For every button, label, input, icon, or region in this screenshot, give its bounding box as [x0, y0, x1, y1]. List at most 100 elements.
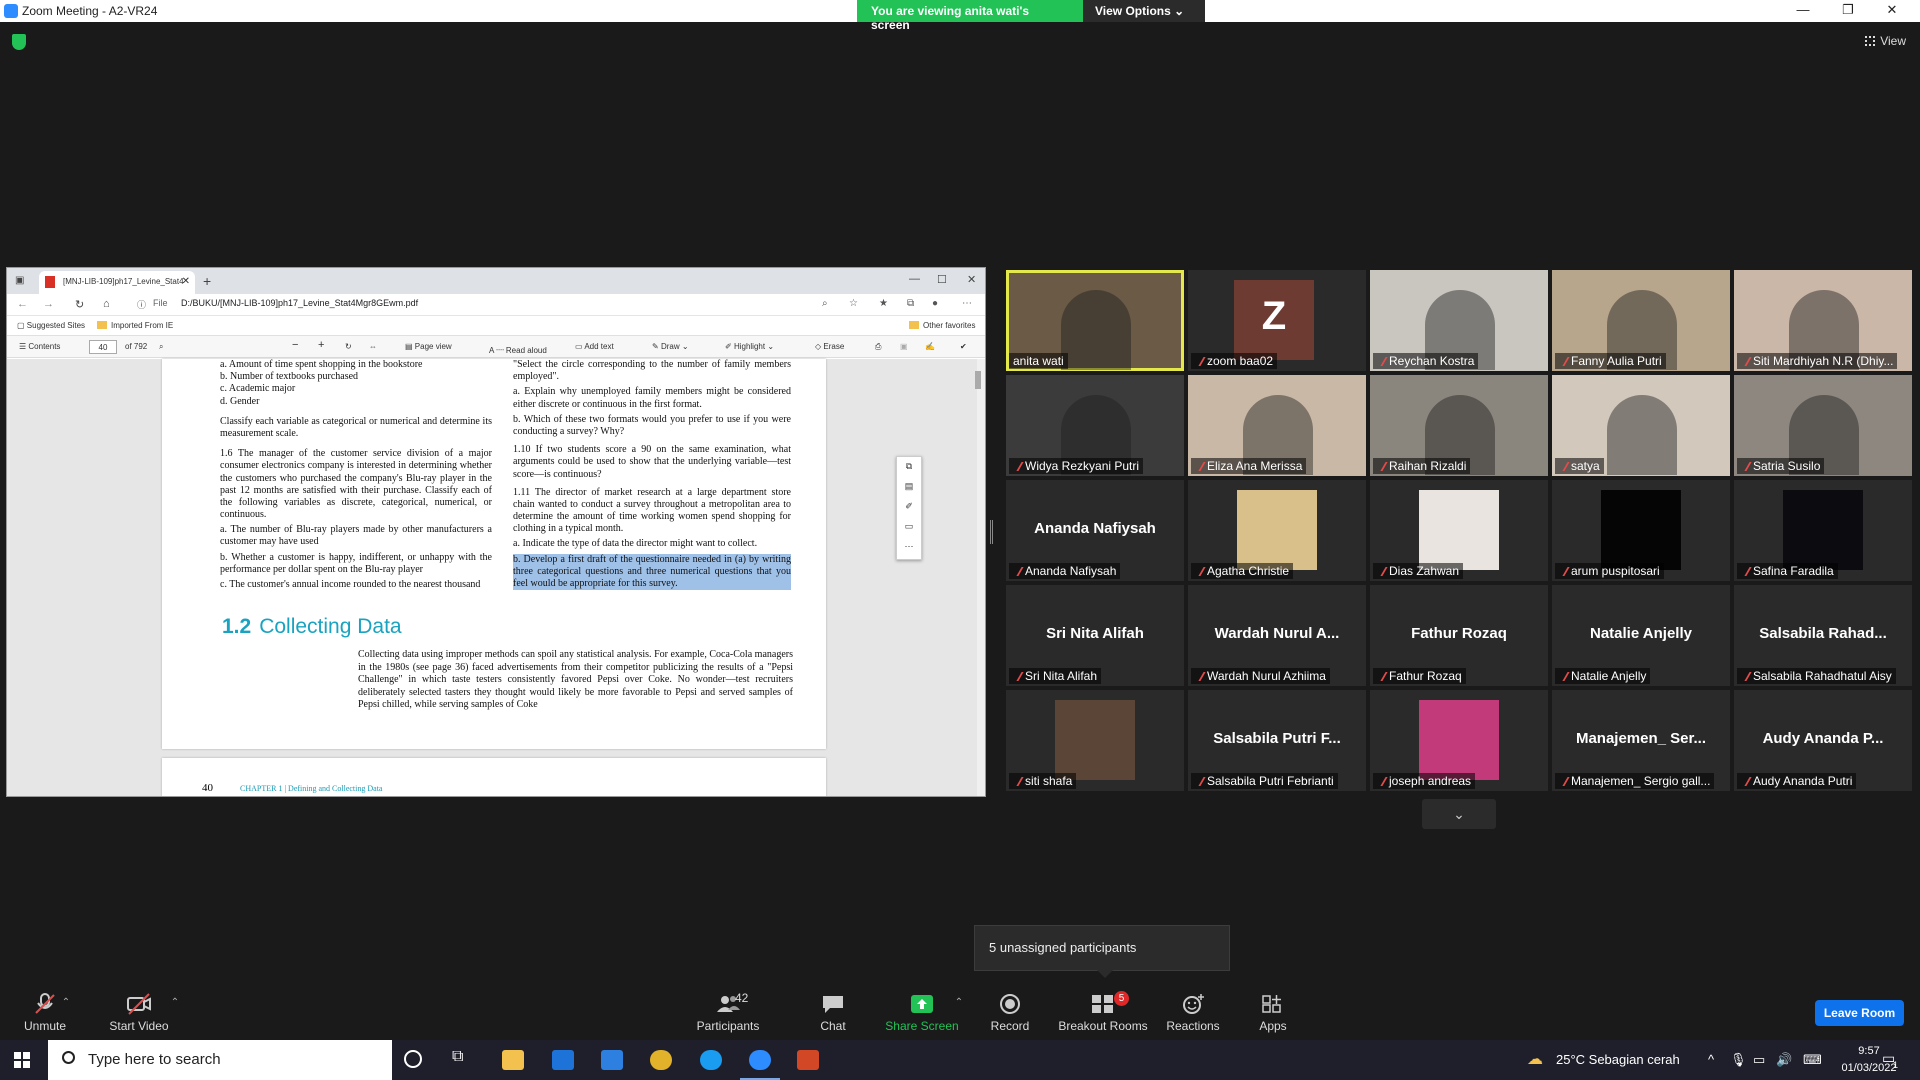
refresh-icon[interactable]: ↻ — [75, 298, 84, 311]
zoom-out-icon[interactable]: − — [292, 339, 298, 351]
more-icon[interactable]: ⋯ — [962, 298, 972, 309]
more-icon[interactable]: ⋯ — [897, 537, 921, 557]
participant-tile[interactable]: Zzoom baa02 — [1188, 270, 1366, 371]
windows-start-icon[interactable] — [14, 1052, 30, 1068]
video-options-caret[interactable]: ⌃ — [165, 997, 185, 1008]
participant-tile[interactable]: Agatha Christie — [1188, 480, 1366, 581]
favorite-imported-from-ie[interactable]: Imported From IE — [97, 321, 173, 330]
unmute-button[interactable]: Unmute — [0, 993, 90, 1033]
participant-tile[interactable]: Natalie Anjelly Natalie Anjelly — [1552, 585, 1730, 686]
participant-tile[interactable]: Reychan Kostra — [1370, 270, 1548, 371]
home-icon[interactable]: ⌂ — [103, 298, 110, 310]
collections-icon[interactable]: ⧉ — [907, 298, 914, 309]
participant-tile[interactable]: Siti Mardhiyah N.R (Dhiy... — [1734, 270, 1912, 371]
network-icon[interactable]: ▭ — [1753, 1052, 1765, 1068]
profile-icon[interactable]: ● — [932, 298, 938, 309]
participant-tile[interactable]: Widya Rezkyani Putri — [1006, 375, 1184, 476]
participant-tile[interactable]: siti shafa — [1006, 690, 1184, 791]
gallery-view-button[interactable]: View — [1865, 34, 1906, 48]
save-icon[interactable]: ▣ — [900, 342, 908, 351]
file-explorer-icon[interactable] — [502, 1050, 524, 1070]
participant-tile[interactable]: Fanny Aulia Putri — [1552, 270, 1730, 371]
participants-button[interactable]: 42 Participants — [683, 991, 773, 1033]
fit-page-icon[interactable]: ⇔ — [369, 342, 377, 351]
participant-tile[interactable]: Raihan Rizaldi — [1370, 375, 1548, 476]
maximize-button[interactable]: ❐ — [1828, 2, 1868, 20]
new-tab-icon[interactable]: + — [203, 273, 211, 289]
participant-tile[interactable]: Salsabila Putri F... Salsabila Putri Febr… — [1188, 690, 1366, 791]
close-window-button[interactable]: ✕ — [1872, 2, 1912, 20]
favorite-suggested-sites[interactable]: ▢ Suggested Sites — [17, 321, 85, 330]
highlighted-text[interactable]: b. Develop a first draft of the question… — [513, 553, 791, 591]
erase-button[interactable]: ◇ Erase — [815, 342, 844, 351]
chrome-icon[interactable] — [650, 1050, 672, 1070]
participant-tile[interactable]: anita wati — [1006, 270, 1184, 371]
task-view-icon[interactable]: ⧉ — [452, 1048, 474, 1068]
add-favorite-icon[interactable]: ☆ — [849, 298, 858, 309]
chevron-down-icon[interactable]: ⌄ — [1422, 799, 1496, 829]
highlight-button[interactable]: ✐ Highlight ⌄ — [725, 342, 774, 351]
volume-icon[interactable]: 🔊 — [1776, 1052, 1792, 1068]
view-options-button[interactable]: View Options ⌄ — [1083, 0, 1205, 22]
reactions-button[interactable]: Reactions — [1148, 993, 1238, 1033]
browser-tab-pdf[interactable]: [MNJ-LIB-109]ph17_Levine_Stat4 ✕ — [39, 271, 195, 294]
comment-icon[interactable]: ▭ — [897, 517, 921, 537]
mail-icon[interactable] — [601, 1050, 623, 1070]
draw-button[interactable]: ✎ Draw ⌄ — [652, 342, 689, 351]
unassigned-participants-toast[interactable]: 5 unassigned participants — [974, 925, 1230, 971]
participant-tile[interactable]: Eliza Ana Merissa — [1188, 375, 1366, 476]
powerpoint-icon[interactable] — [797, 1050, 819, 1070]
favorites-icon[interactable]: ★ — [879, 298, 888, 309]
highlight-icon[interactable]: ✐ — [897, 497, 921, 517]
pin-toolbar-icon[interactable]: ✔ — [960, 342, 967, 351]
chat-button[interactable]: Chat — [788, 993, 878, 1033]
pdf-scrollbar[interactable] — [975, 359, 985, 796]
read-aloud-button[interactable]: A᠁ Read aloud — [489, 342, 547, 356]
page-number-input[interactable]: 40 — [89, 340, 117, 354]
browser-maximize-icon[interactable]: ☐ — [937, 273, 947, 286]
contents-button[interactable]: ☰ Contents — [19, 342, 60, 351]
microphone-tray-icon[interactable]: 🎙 — [1730, 1052, 1747, 1068]
other-favorites[interactable]: Other favorites — [909, 321, 975, 330]
weather-text[interactable]: 25°C Sebagian cerah — [1556, 1052, 1680, 1067]
audio-options-caret[interactable]: ⌃ — [56, 997, 76, 1008]
page-view-button[interactable]: ▤ Page view — [405, 342, 452, 351]
rotate-icon[interactable]: ↻ — [345, 342, 352, 351]
participant-tile[interactable]: Salsabila Rahad... Salsabila Rahadhatul A… — [1734, 585, 1912, 686]
browser-minimize-icon[interactable]: — — [909, 273, 920, 285]
zoom-taskbar-icon[interactable] — [749, 1050, 771, 1070]
participant-tile[interactable]: Audy Ananda P... Audy Ananda Putri — [1734, 690, 1912, 791]
participant-tile[interactable]: Ananda Nafiysah Ananda Nafiysah — [1006, 480, 1184, 581]
participant-tile[interactable]: Safina Faradila — [1734, 480, 1912, 581]
forward-icon[interactable]: → — [43, 298, 54, 310]
participant-tile[interactable]: Fathur Rozaq Fathur Rozaq — [1370, 585, 1548, 686]
copy-icon[interactable]: ⧉ — [897, 457, 921, 477]
define-icon[interactable]: ▤ — [897, 477, 921, 497]
participant-tile[interactable]: arum puspitosari — [1552, 480, 1730, 581]
participant-tile[interactable]: Wardah Nurul A... Wardah Nurul Azhiima — [1188, 585, 1366, 686]
language-icon[interactable]: ⌨ — [1803, 1052, 1822, 1068]
participant-tile[interactable]: Manajemen_ Ser... Manajemen_ Sergio gall.… — [1552, 690, 1730, 791]
print-icon[interactable]: ⎙ — [875, 342, 881, 352]
scrollbar-thumb[interactable] — [975, 371, 981, 389]
browser-close-icon[interactable]: ✕ — [967, 273, 976, 286]
find-icon[interactable]: ⌕ — [159, 342, 163, 352]
breakout-rooms-button[interactable]: 5 Breakout Rooms — [1058, 991, 1148, 1033]
tray-overflow-icon[interactable]: ^ — [1708, 1052, 1714, 1067]
security-shield-icon[interactable] — [12, 34, 26, 50]
zoom-in-icon[interactable]: + — [318, 339, 324, 351]
record-button[interactable]: Record — [965, 993, 1055, 1033]
back-icon[interactable]: ← — [17, 298, 28, 310]
participant-tile[interactable]: Dias Zahwan — [1370, 480, 1548, 581]
add-text-button[interactable]: ▭ Add text — [575, 342, 614, 351]
cortana-icon[interactable] — [404, 1050, 422, 1068]
microsoft-store-icon[interactable] — [552, 1050, 574, 1070]
taskbar-search-box[interactable]: Type here to search — [48, 1040, 392, 1080]
pdf-viewer[interactable]: a. Amount of time spent shopping in the … — [7, 359, 985, 796]
url-field[interactable]: D:/BUKU/[MNJ-LIB-109]ph17_Levine_Stat4Mg… — [181, 298, 418, 308]
zoom-page-icon[interactable]: ⌕ — [822, 298, 828, 309]
participant-tile[interactable]: satya — [1552, 375, 1730, 476]
close-tab-icon[interactable]: ✕ — [182, 276, 190, 287]
tab-actions-icon[interactable]: ▣ — [15, 275, 24, 286]
minimize-button[interactable]: — — [1783, 2, 1823, 20]
